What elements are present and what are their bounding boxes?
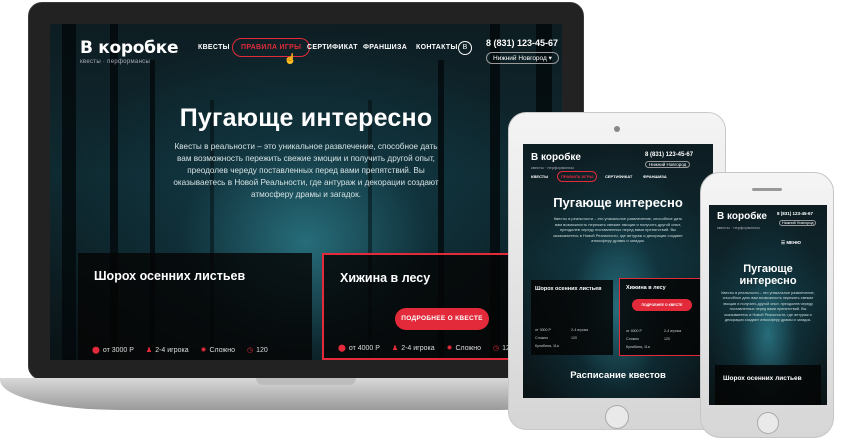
phone-card-title: Шорох осенних листьев <box>723 375 802 382</box>
tablet-schedule-title: Расписание квестов <box>570 370 666 381</box>
players-icon: ♟ <box>145 347 153 354</box>
tablet-hero-text: Квесты в реальности – это уникальное раз… <box>553 216 683 244</box>
logo-text: В коробке <box>80 38 179 58</box>
phone-quest-card-1[interactable]: Шорох осенних листьев <box>715 365 821 405</box>
city-label: Нижний Новгород <box>493 55 547 62</box>
menu-icon: ☰ <box>781 240 786 245</box>
quest-price: от 4000 Р <box>348 345 380 352</box>
tablet-card-level: Сложно <box>626 337 640 341</box>
tablet-card-players: 2-4 игрока <box>571 328 589 332</box>
phone-home-button <box>757 412 779 434</box>
chevron-down-icon: ▾ <box>548 55 552 62</box>
tablet-card-address: Кулибина, 11а <box>626 345 650 349</box>
phone-frame: В коробке квесты · перформансы 8 (831) 1… <box>700 172 834 438</box>
tablet-card-title: Хижина в лесу <box>626 285 666 291</box>
phone-logo[interactable]: В коробке <box>717 211 767 222</box>
tablet-card-title: Шорох осенних листьев <box>535 286 602 292</box>
phone-menu-label: МЕНЮ <box>786 240 801 245</box>
tablet-card-duration: 120 <box>664 337 670 341</box>
tablet-phone[interactable]: 8 (831) 123-45-67 <box>645 152 693 158</box>
quest-card-1[interactable]: Шорох осенних листьев ⬤ от 3000 Р ♟ 2-4 иг… <box>78 253 312 360</box>
quest-price: от 3000 Р <box>102 347 134 354</box>
tablet-city-select[interactable]: Нижний Новгород <box>645 161 691 168</box>
forest-background <box>523 144 713 398</box>
nav-franchise[interactable]: ФРАНШИЗА <box>363 44 407 51</box>
tablet-nav-quests[interactable]: КВЕСТЫ <box>531 174 548 179</box>
phone-hero-text: Квесты в реальности – это уникальное раз… <box>721 291 815 323</box>
nav-quests[interactable]: КВЕСТЫ <box>198 44 230 51</box>
quest-players: 2-4 игрока <box>401 345 435 352</box>
site-logo[interactable]: В коробке квесты · перформансы <box>80 38 178 65</box>
tablet-details-button[interactable]: ПОДРОБНЕЕ О КВЕСТЕ <box>632 299 692 311</box>
tablet-card-price: от 3000 Р <box>535 328 551 332</box>
tablet-logo[interactable]: В коробке <box>531 152 581 163</box>
tablet-card-duration: 120 <box>571 336 577 340</box>
language-button[interactable]: В <box>458 41 472 55</box>
hero-title: Пугающе интересно <box>179 104 433 132</box>
phone-speaker <box>752 188 782 191</box>
quest-card-title: Хижина в лесу <box>340 271 431 285</box>
tablet-camera <box>614 126 620 132</box>
nav-contacts[interactable]: КОНТАКТЫ <box>416 44 458 51</box>
quest-duration: 120 <box>256 347 268 354</box>
difficulty-icon: ✹ <box>200 347 207 354</box>
hand-cursor-icon: ☝ <box>284 54 297 65</box>
nav-rules[interactable]: ПРАВИЛА ИГРЫ <box>232 38 311 57</box>
difficulty-icon: ✹ <box>446 345 453 352</box>
quest-details-button[interactable]: ПОДРОБНЕЕ О КВЕСТЕ <box>395 308 489 330</box>
device-mockup-stage: В коробке квесты · перформансы КВЕСТЫ ПР… <box>0 0 858 441</box>
quest-players: 2-4 игрока <box>155 347 189 354</box>
tablet-logo-tagline: квесты · перформансы <box>531 165 574 170</box>
tablet-card-address: Кулибина, 11а <box>535 344 559 348</box>
tablet-home-button <box>605 405 629 429</box>
tablet-quest-card-2[interactable]: Хижина в лесу ПОДРОБНЕЕ О КВЕСТЕ от 4000… <box>619 278 705 356</box>
tablet-nav-rules[interactable]: ПРАВИЛА ИГРЫ <box>557 171 598 182</box>
price-icon: ⬤ <box>92 347 100 354</box>
quest-level: Сложно <box>209 347 235 354</box>
tablet-card-players: 2-4 игрока <box>664 329 682 333</box>
quest-card-title: Шорох осенних листьев <box>94 269 246 283</box>
logo-tagline: квесты · перформансы <box>80 59 151 65</box>
nav-certificate[interactable]: СЕРТИФИКАТ <box>307 44 358 51</box>
timer-icon: ◷ <box>246 347 254 354</box>
laptop-screen: В коробке квесты · перформансы КВЕСТЫ ПР… <box>50 24 562 360</box>
tablet-nav-franchise[interactable]: ФРАНШИЗА <box>643 174 667 179</box>
tablet-card-level: Сложно <box>535 336 549 340</box>
phone-city-select[interactable]: Нижний Новгород <box>779 220 817 226</box>
phone-number[interactable]: 8 (831) 123-45-67 <box>486 38 558 48</box>
tablet-screen: В коробке квесты · перформансы 8 (831) 1… <box>523 144 713 398</box>
city-select[interactable]: Нижний Новгород ▾ <box>486 52 559 64</box>
phone-screen: В коробке квесты · перформансы 8 (831) 1… <box>709 205 827 405</box>
players-icon: ♟ <box>391 345 399 352</box>
tablet-hero-title: Пугающе интересно <box>553 195 683 210</box>
phone-menu-button[interactable]: ☰ МЕНЮ <box>781 240 801 246</box>
tablet-quest-card-1[interactable]: Шорох осенних листьев от 3000 Р 2-4 игро… <box>531 280 613 355</box>
tablet-card-price: от 4000 Р <box>626 329 642 333</box>
tablet-nav-certificate[interactable]: СЕРТИФИКАТ <box>605 174 632 179</box>
phone-phone[interactable]: 8 (831) 123-45-67 <box>777 211 813 216</box>
hero-text: Квесты в реальности – это уникальное раз… <box>173 142 439 199</box>
laptop-notch <box>256 378 356 385</box>
phone-hero-title: Пугающе интересно <box>739 263 797 287</box>
timer-icon: ◷ <box>492 345 500 352</box>
price-icon: ⬤ <box>338 345 346 352</box>
quest-level: Сложно <box>455 345 481 352</box>
tablet-frame: В коробке квесты · перформансы 8 (831) 1… <box>508 112 726 430</box>
phone-logo-tagline: квесты · перформансы <box>717 225 760 230</box>
quest-card-meta: ⬤ от 3000 Р ♟ 2-4 игрока ✹ Сложно ◷ 120 <box>78 346 312 354</box>
